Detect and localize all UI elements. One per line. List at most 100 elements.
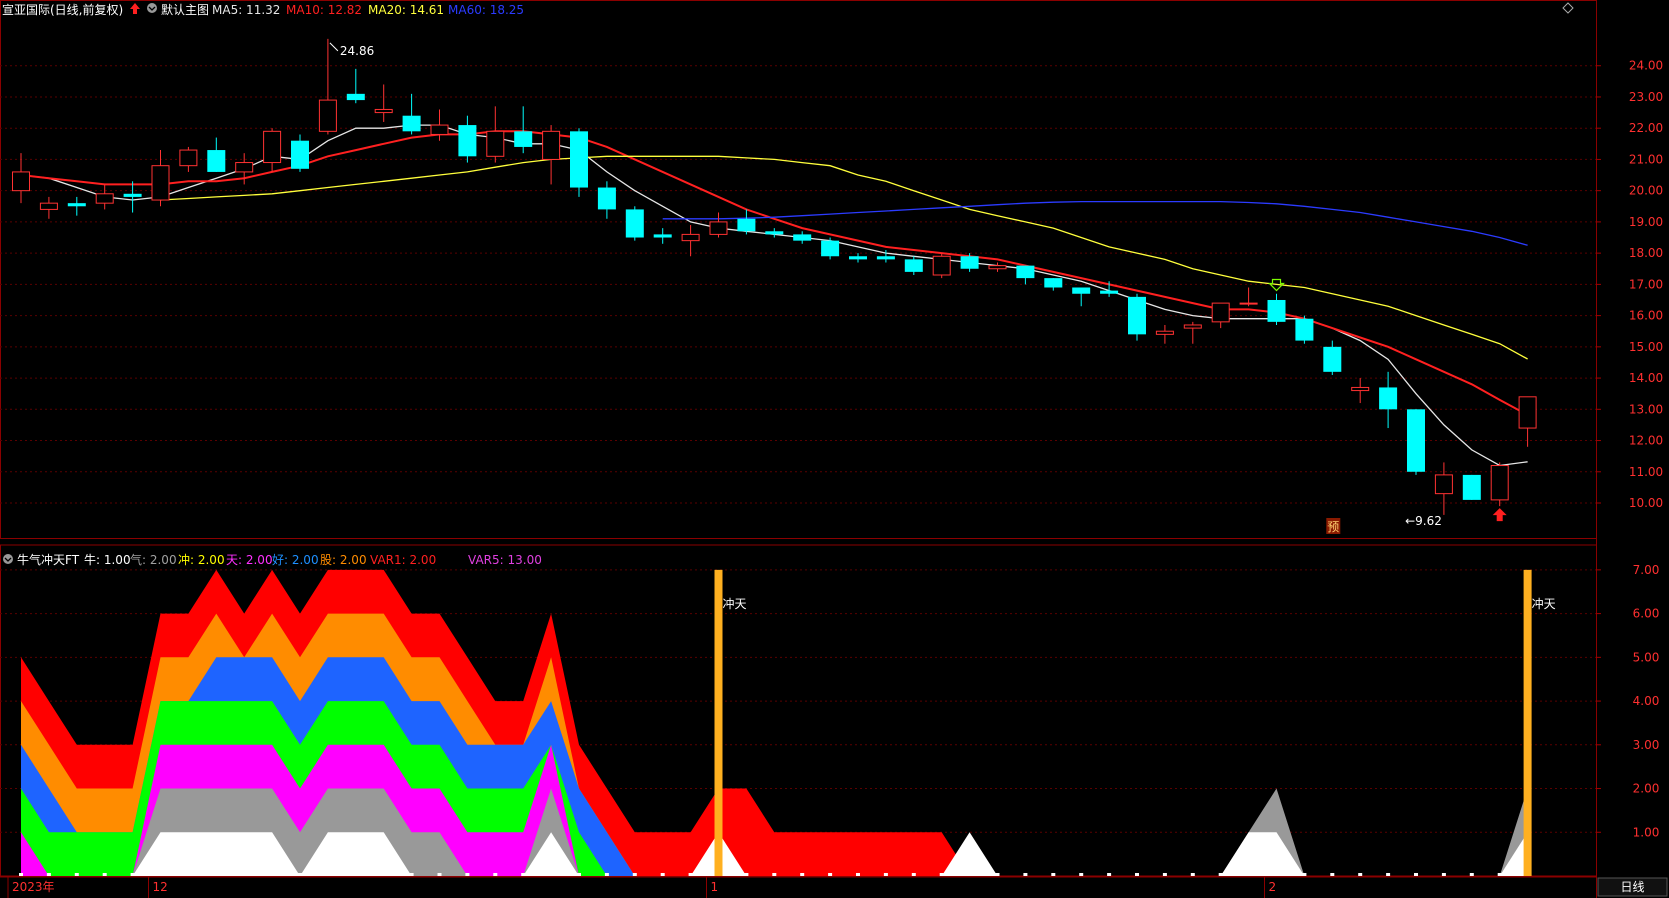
baseline-dot	[1302, 873, 1307, 876]
candle[interactable]	[849, 253, 867, 263]
main-chart-label: 默认主图	[161, 2, 209, 17]
baseline-dot	[800, 873, 805, 876]
candle[interactable]	[1379, 371, 1398, 429]
candle[interactable]	[179, 146, 198, 172]
baseline-dot	[1414, 873, 1418, 876]
candle[interactable]	[318, 38, 337, 135]
candle-body-up	[1518, 396, 1537, 429]
candle[interactable]	[737, 209, 756, 235]
candle[interactable]	[1462, 474, 1481, 500]
candle[interactable]	[67, 196, 86, 216]
baseline-dot	[158, 873, 163, 876]
baseline-dot	[1386, 873, 1391, 876]
candle[interactable]	[932, 253, 951, 279]
indicator-name: 牛气冲天FT	[17, 552, 80, 567]
candle-body-up	[318, 99, 337, 132]
indicator-menu-icon[interactable]	[3, 554, 13, 564]
baseline-dot	[1441, 873, 1446, 876]
candle[interactable]	[765, 228, 784, 238]
main-ytick-label: 14.00	[1629, 371, 1663, 385]
candle-body-up	[932, 255, 951, 276]
candle[interactable]	[988, 262, 1007, 272]
baseline-dot	[465, 873, 470, 876]
candle-body-down	[876, 256, 895, 260]
main-ytick-label: 24.00	[1629, 59, 1663, 73]
baseline-dot	[1330, 873, 1335, 876]
candle[interactable]	[1490, 462, 1509, 507]
candle[interactable]	[793, 231, 812, 244]
candle[interactable]	[653, 228, 672, 244]
candle[interactable]	[1072, 287, 1091, 307]
candle-body-up	[988, 265, 1007, 270]
candle[interactable]	[207, 137, 226, 172]
baseline-dot	[1079, 873, 1084, 876]
date-label: 12	[153, 880, 168, 894]
baseline-dot	[688, 873, 693, 876]
candle[interactable]	[458, 115, 477, 163]
indicator-value-0: 牛: 1.00	[84, 552, 131, 567]
red-up-arrow-icon	[130, 3, 140, 14]
candle[interactable]	[570, 128, 588, 197]
candle[interactable]	[625, 206, 644, 241]
candle[interactable]	[374, 84, 393, 122]
baseline-dot	[19, 873, 23, 876]
candle[interactable]	[39, 196, 58, 219]
baseline-dot	[409, 873, 414, 876]
candle-body-up	[235, 162, 254, 173]
main-ytick-label: 15.00	[1629, 340, 1663, 354]
candle[interactable]	[1434, 462, 1453, 515]
candle[interactable]	[1351, 378, 1370, 404]
chongtian-signal-bar	[1523, 569, 1532, 876]
baseline-dot	[856, 873, 860, 876]
baseline-dot	[577, 873, 581, 876]
candle[interactable]	[709, 212, 728, 238]
candle-body-down	[904, 259, 923, 272]
candle[interactable]	[904, 256, 923, 275]
candle[interactable]	[1295, 315, 1314, 344]
candle[interactable]	[1518, 396, 1537, 447]
candle-body-down	[458, 125, 477, 157]
baseline-dot	[1274, 873, 1279, 876]
baseline-dot	[604, 873, 609, 876]
candle[interactable]	[12, 153, 30, 204]
diamond-icon[interactable]	[1562, 2, 1574, 14]
candle[interactable]	[151, 150, 170, 207]
candle-body-down	[1128, 296, 1146, 335]
candle[interactable]	[1044, 278, 1063, 291]
candle[interactable]	[1323, 340, 1342, 375]
candle-body-down	[1379, 387, 1398, 410]
candle-body-up	[39, 202, 58, 210]
ma-line-ma20	[160, 155, 1528, 360]
main-ytick-label: 11.00	[1629, 465, 1663, 479]
stock-chart[interactable]: 24.0023.0022.0021.0020.0019.0018.0017.00…	[0, 0, 1669, 898]
candle-body-up	[95, 193, 114, 204]
candle[interactable]	[1183, 321, 1202, 344]
candle[interactable]	[346, 68, 365, 104]
candle[interactable]	[597, 181, 616, 219]
main-ytick-label: 20.00	[1629, 184, 1663, 198]
candle[interactable]	[291, 134, 309, 172]
candle-body-down	[291, 140, 309, 169]
candle[interactable]	[514, 106, 533, 154]
indicator-value-5: 股: 2.00	[320, 553, 367, 567]
candle[interactable]	[123, 181, 142, 213]
baseline-dot	[1107, 873, 1112, 876]
candle[interactable]	[1211, 302, 1230, 329]
chevron-down-icon[interactable]	[147, 3, 157, 13]
candle[interactable]	[821, 237, 840, 260]
candle-body-down	[1072, 287, 1091, 294]
candle[interactable]	[402, 93, 421, 135]
candle[interactable]	[95, 184, 114, 210]
candle[interactable]	[542, 125, 561, 185]
candle-body-up	[1155, 330, 1174, 335]
candle[interactable]	[1128, 293, 1146, 341]
candle[interactable]	[1407, 409, 1425, 475]
candle[interactable]	[1239, 287, 1258, 307]
candle[interactable]	[681, 225, 700, 257]
candle[interactable]	[1016, 265, 1035, 285]
candle[interactable]	[1155, 324, 1174, 344]
candle[interactable]	[1267, 293, 1286, 325]
candle[interactable]	[486, 106, 505, 163]
candle[interactable]	[263, 128, 282, 172]
ma-legend-2: MA20: 14.61	[368, 3, 444, 17]
